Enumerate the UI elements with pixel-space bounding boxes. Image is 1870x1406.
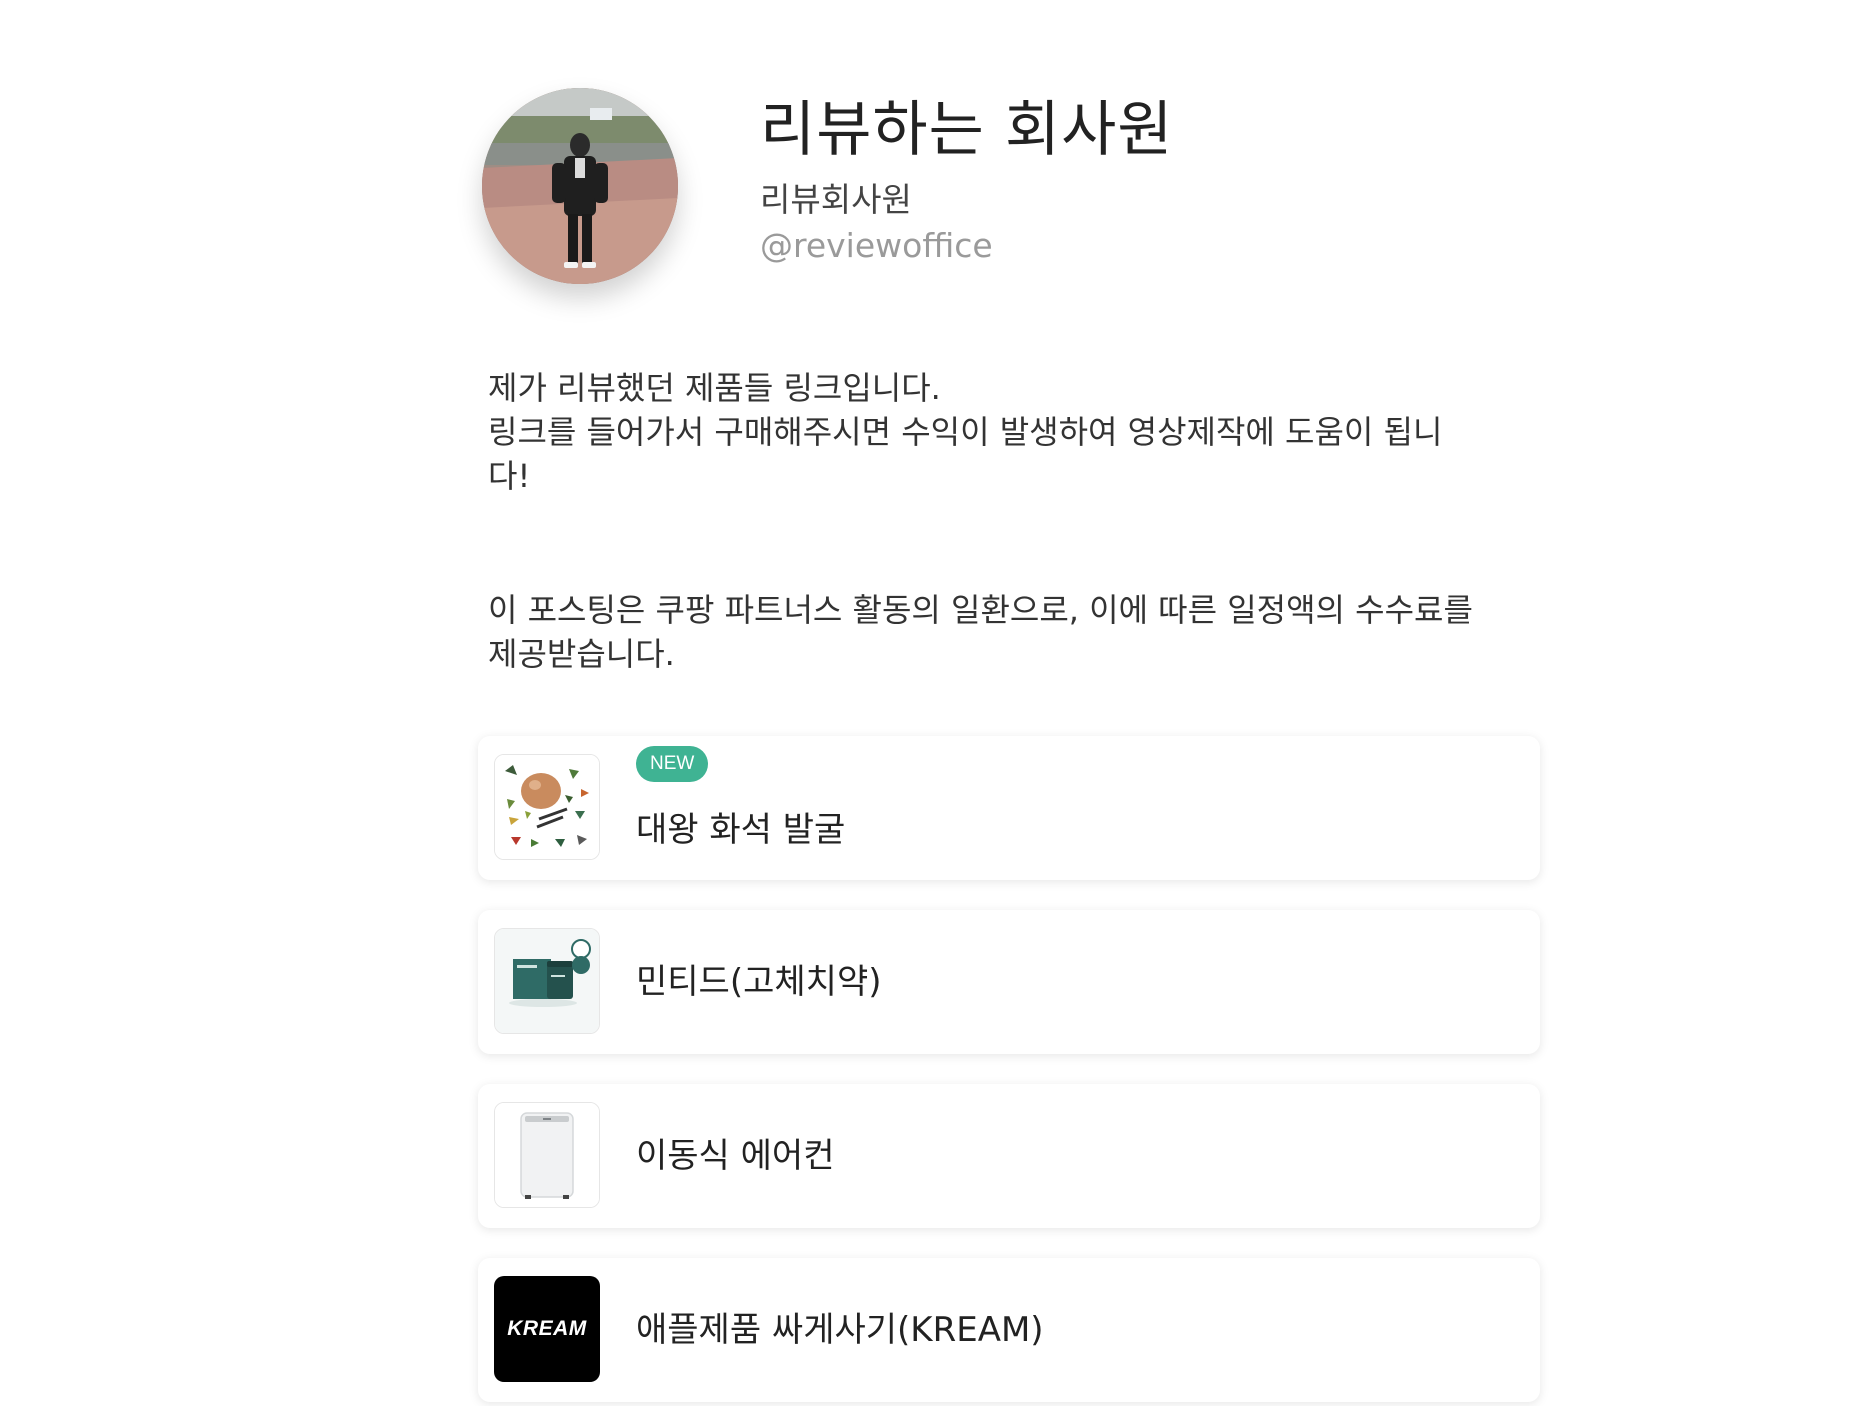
portable-air-conditioner-thumbnail xyxy=(494,1102,600,1208)
link-card-fossil-kit[interactable]: NEW 대왕 화석 발굴 xyxy=(478,736,1540,880)
minted-toothpaste-thumbnail xyxy=(494,928,600,1034)
profile-name: 리뷰하는 회사원 xyxy=(760,95,1174,165)
link-list: NEW 대왕 화석 발굴 민티드(고체치약) 이동식 에어컨 KREAM 애플제… xyxy=(478,736,1540,1406)
link-title: 대왕 화석 발굴 xyxy=(636,810,846,850)
link-title: 이동식 에어컨 xyxy=(636,1136,835,1176)
kream-logo-text: KREAM xyxy=(507,1317,587,1340)
kream-logo-thumbnail: KREAM xyxy=(494,1276,600,1382)
avatar xyxy=(482,88,678,284)
link-card-air-conditioner[interactable]: 이동식 에어컨 xyxy=(478,1084,1540,1228)
profile-page: 리뷰하는 회사원 리뷰회사원 @reviewoffice 제가 리뷰했던 제품들… xyxy=(0,0,1870,1406)
link-card-kream[interactable]: KREAM 애플제품 싸게사기(KREAM) xyxy=(478,1258,1540,1402)
link-card-minted[interactable]: 민티드(고체치약) xyxy=(478,910,1540,1054)
profile-subtitle: 리뷰회사원 xyxy=(760,180,912,219)
disclosure-text: 이 포스팅은 쿠팡 파트너스 활동의 일환으로, 이에 따른 일정액의 수수료를… xyxy=(488,591,1473,673)
new-badge: NEW xyxy=(636,746,709,782)
bio-text: 제가 리뷰했던 제품들 링크입니다. 링크를 들어가서 구매해주시면 수익이 발… xyxy=(488,369,1443,495)
profile-header: 리뷰하는 회사원 리뷰회사원 @reviewoffice xyxy=(482,88,1582,298)
profile-handle: @reviewoffice xyxy=(760,226,993,265)
dinosaur-fossil-kit-thumbnail xyxy=(494,754,600,860)
link-title: 애플제품 싸게사기(KREAM) xyxy=(636,1310,1044,1350)
link-title: 민티드(고체치약) xyxy=(636,962,882,1002)
